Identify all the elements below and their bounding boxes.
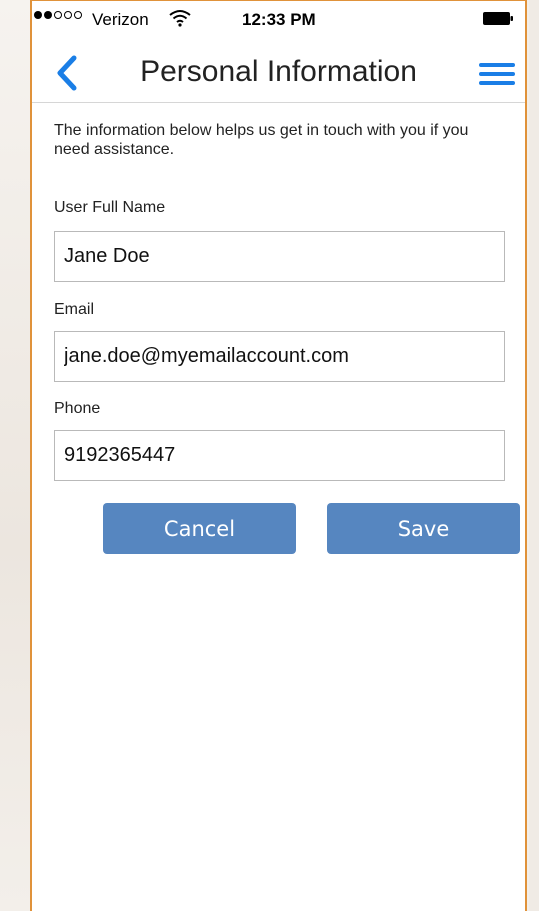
full-name-input[interactable] [54, 231, 505, 282]
navigation-bar: Personal Information [32, 41, 525, 103]
intro-text: The information below helps us get in to… [54, 122, 469, 158]
save-button[interactable]: Save [327, 503, 520, 554]
status-bar: Verizon 12:33 PM [32, 1, 525, 41]
phone-screen: Verizon 12:33 PM Personal Information Th… [30, 0, 527, 911]
full-name-label: User Full Name [54, 199, 166, 216]
background-right [529, 0, 539, 911]
phone-input[interactable] [54, 430, 505, 481]
signal-strength-icon [34, 11, 82, 19]
back-chevron-icon[interactable] [52, 53, 88, 93]
email-label: Email [54, 301, 95, 318]
phone-label: Phone [54, 400, 101, 417]
form-content: The information below helps us get in to… [54, 121, 520, 554]
email-input[interactable] [54, 331, 505, 382]
hamburger-menu-icon[interactable] [479, 63, 515, 87]
wifi-icon [169, 10, 191, 27]
battery-icon [483, 12, 513, 25]
carrier-name: Verizon [92, 10, 149, 29]
page-title: Personal Information [140, 55, 417, 88]
background-left [0, 0, 30, 911]
status-time: 12:33 PM [242, 10, 316, 29]
cancel-button[interactable]: Cancel [103, 503, 296, 554]
